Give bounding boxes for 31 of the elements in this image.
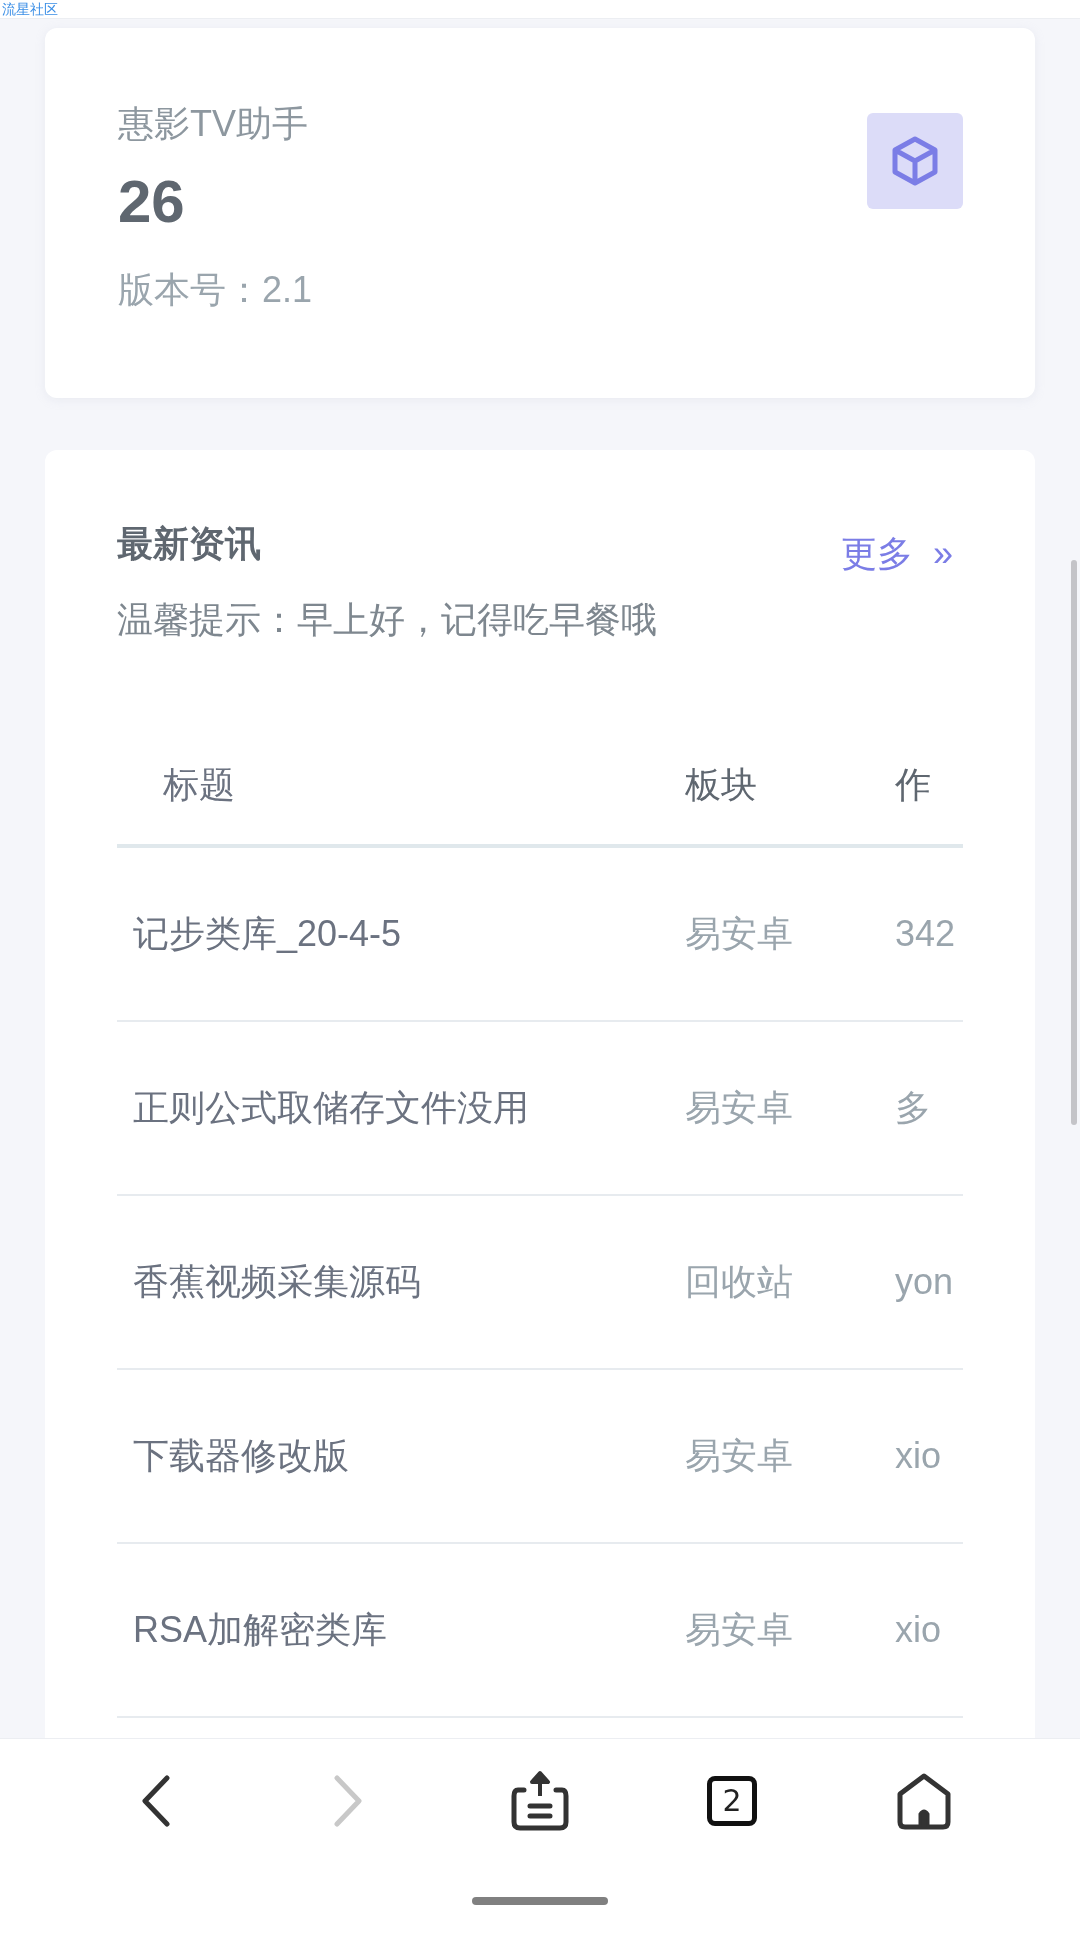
author-cell: 342 — [895, 846, 963, 1021]
section-cell: 易安卓 — [685, 846, 895, 1021]
section-cell: 易安卓 — [685, 1021, 895, 1195]
column-header: 板块 — [685, 726, 895, 846]
section-cell: 易安卓 — [685, 1369, 895, 1543]
site-label[interactable]: 流星社区 — [0, 1, 58, 17]
column-header: 作 — [895, 726, 963, 846]
tabs-button[interactable]: 2 — [692, 1761, 772, 1841]
more-link[interactable]: 更多 » — [840, 530, 953, 578]
home-icon — [896, 1772, 952, 1830]
post-title[interactable]: 正则公式取储存文件没用 — [117, 1021, 685, 1195]
author-cell: xio — [895, 1369, 963, 1543]
post-title[interactable]: 香蕉视频采集源码 — [117, 1195, 685, 1369]
app-count: 26 — [118, 167, 186, 237]
section-cell: 回收站 — [685, 1195, 895, 1369]
app-name: 惠影TV助手 — [118, 102, 309, 146]
greeting-hint: 温馨提示：早上好，记得吃早餐哦 — [117, 598, 658, 642]
section-cell: 易安卓 — [685, 1543, 895, 1717]
forward-chevron-icon — [331, 1774, 365, 1828]
post-title[interactable]: 记步类库_20-4-5 — [117, 846, 685, 1021]
post-title[interactable]: RSA加解密类库 — [117, 1543, 685, 1717]
author-cell: xio — [895, 1543, 963, 1717]
author-cell: yon — [895, 1195, 963, 1369]
column-header: 标题 — [117, 726, 685, 846]
app-version: 版本号：2.1 — [118, 268, 313, 312]
author-cell: 多 — [895, 1021, 963, 1195]
share-icon — [510, 1770, 570, 1832]
back-chevron-icon — [139, 1774, 173, 1828]
cube-icon — [892, 136, 938, 186]
post-title[interactable]: 下载器修改版 — [117, 1369, 685, 1543]
news-title: 最新资讯 — [117, 522, 261, 566]
